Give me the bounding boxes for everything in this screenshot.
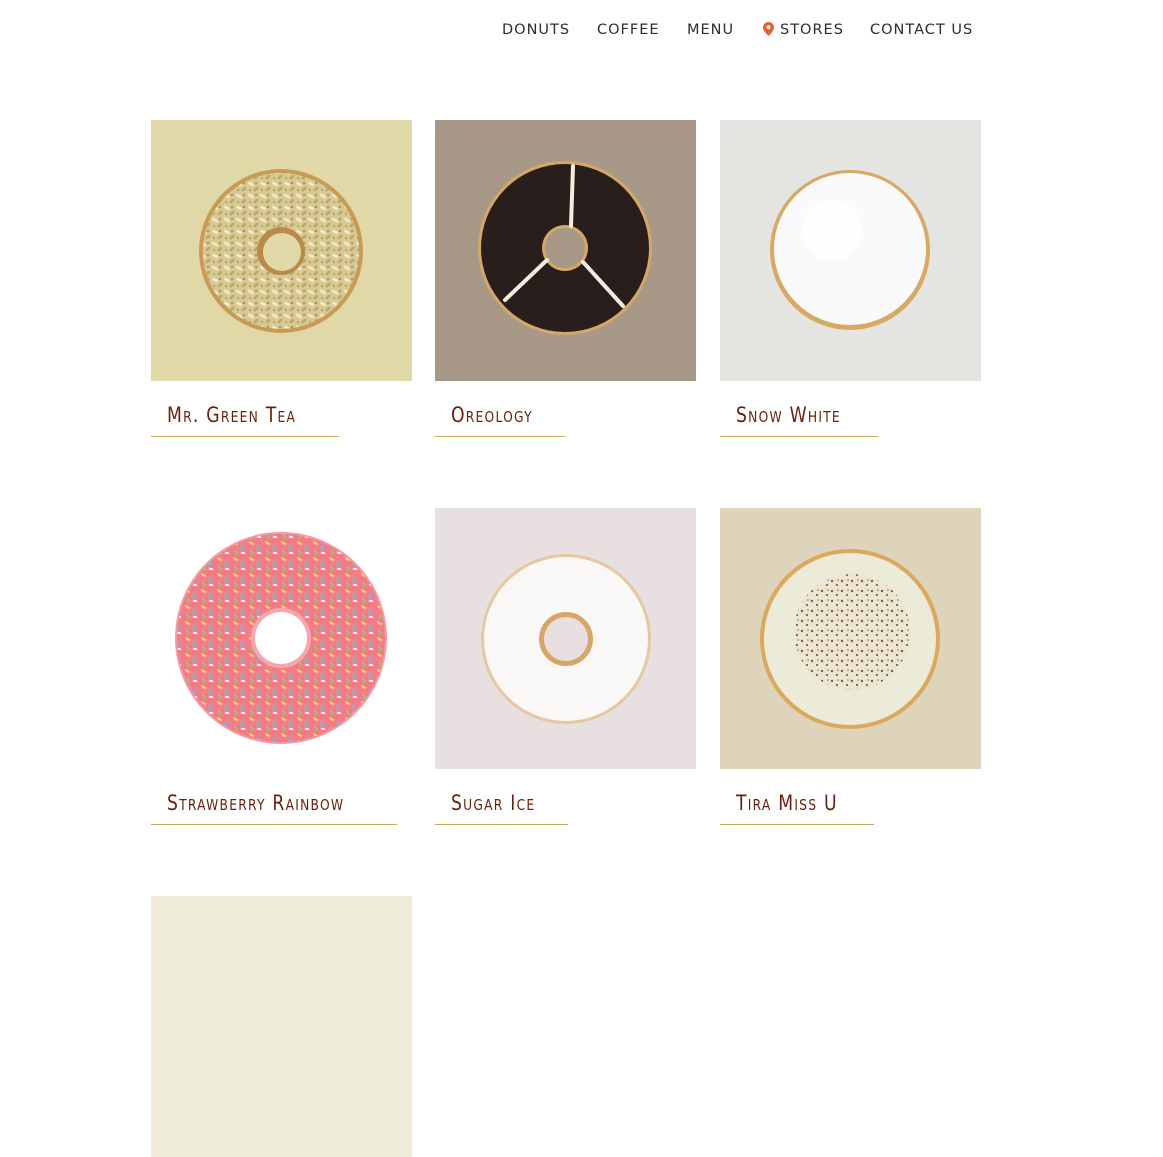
product-title-wrap: Strawberry Rainbow: [151, 791, 398, 825]
product-title[interactable]: Mr. Green Tea: [167, 403, 296, 427]
product-image[interactable]: [151, 896, 412, 1157]
product-card-snow-white[interactable]: Snow White: [720, 120, 981, 437]
main-nav: DONUTS COFFEE MENU STORES CONTACT US: [0, 0, 1163, 64]
nav-contact-us[interactable]: CONTACT US: [870, 22, 973, 38]
product-title[interactable]: Strawberry Rainbow: [167, 791, 344, 815]
product-title[interactable]: Snow White: [736, 403, 841, 427]
product-title-wrap: Mr. Green Tea: [151, 403, 339, 437]
product-image[interactable]: [720, 508, 981, 769]
product-title-wrap: Oreology: [435, 403, 565, 437]
product-title-wrap: Sugar Ice: [435, 791, 568, 825]
nav-menu[interactable]: MENU: [687, 22, 734, 38]
map-pin-icon: [763, 22, 774, 36]
nav-donuts[interactable]: DONUTS: [502, 22, 570, 38]
nav-stores[interactable]: STORES: [763, 22, 844, 38]
product-title-wrap: Snow White: [720, 403, 878, 437]
product-card-sugar-ice[interactable]: Sugar Ice: [435, 508, 696, 825]
product-title-wrap: Tira Miss U: [720, 791, 875, 825]
product-title[interactable]: Sugar Ice: [451, 791, 535, 815]
product-title[interactable]: Oreology: [451, 403, 533, 427]
product-card-mr-green-tea[interactable]: Mr. Green Tea: [151, 120, 412, 437]
product-card-strawberry-rainbow[interactable]: Strawberry Rainbow: [151, 508, 412, 825]
product-card-next[interactable]: [151, 896, 412, 1157]
product-card-tira-miss-u[interactable]: Tira Miss U: [720, 508, 981, 825]
product-image[interactable]: [151, 120, 412, 381]
nav-coffee[interactable]: COFFEE: [597, 22, 660, 38]
product-image[interactable]: [151, 508, 412, 769]
product-image[interactable]: [720, 120, 981, 381]
product-title[interactable]: Tira Miss U: [736, 791, 838, 815]
product-image[interactable]: [435, 508, 696, 769]
product-card-oreology[interactable]: Oreology: [435, 120, 696, 437]
product-image[interactable]: [435, 120, 696, 381]
nav-stores-label: STORES: [780, 22, 844, 38]
